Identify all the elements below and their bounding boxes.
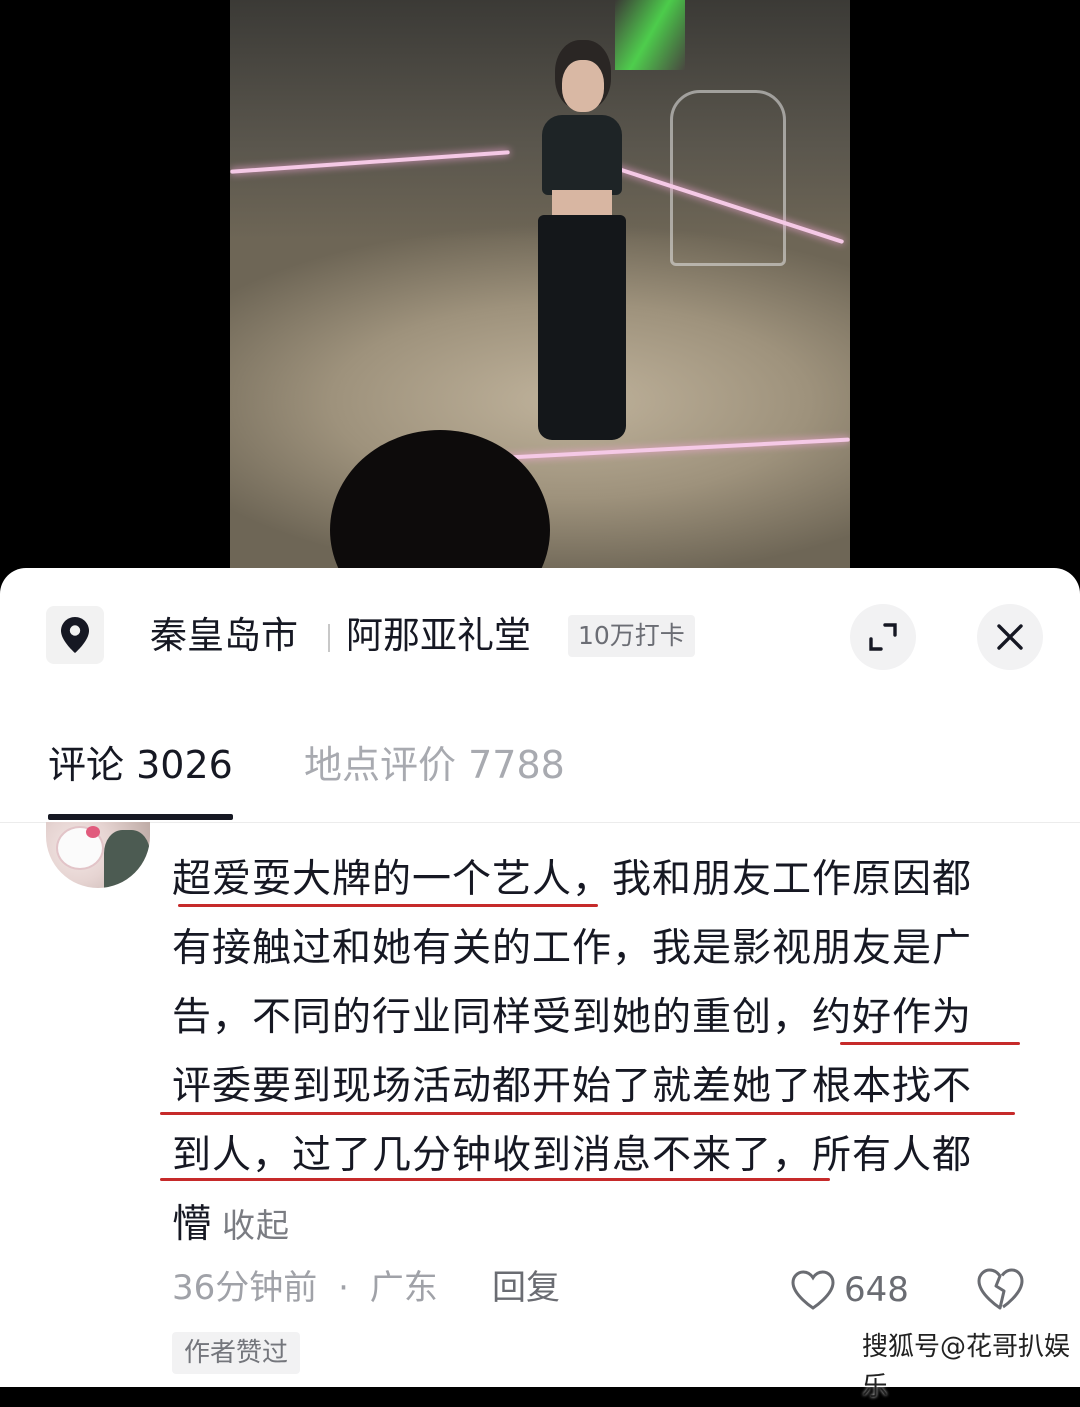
comment-item: 超爱耍大牌的一个艺人，我和朋友工作原因都 有接触过和她有关的工作，我是影视朋友是… [0, 822, 1080, 1387]
annotation-underline [160, 1112, 1015, 1115]
location-pin-icon [46, 606, 104, 664]
close-icon [997, 624, 1023, 650]
comment-line: 有接触过和她有关的工作，我是影视朋友是广 [172, 926, 973, 971]
comment-line: 评委要到现场活动都开始了就差她了根本找不 [172, 1064, 973, 1109]
comment-text: 超爱耍大牌的一个艺人，我和朋友工作原因都 有接触过和她有关的工作，我是影视朋友是… [172, 845, 1032, 1260]
tab-reviews-count: 7788 [468, 743, 565, 787]
performer [520, 40, 630, 440]
heart-icon [791, 1270, 835, 1310]
avatar[interactable] [46, 822, 150, 888]
location-divider [328, 624, 330, 652]
expand-icon [869, 623, 897, 651]
tab-bar: 评论 3026 地点评价 7788 [0, 728, 1080, 823]
tab-comments-label: 评论 [48, 743, 125, 787]
location-city: 秦皇岛市 [150, 614, 298, 657]
tab-comments-count: 3026 [136, 743, 233, 787]
stage-chair [670, 90, 786, 266]
collapse-link[interactable]: 收起 [222, 1206, 290, 1245]
tab-place-reviews[interactable]: 地点评价 7788 [304, 738, 565, 792]
broken-heart-icon [977, 1268, 1024, 1310]
comment-line: 懵收起 [172, 1190, 1032, 1260]
like-count: 648 [844, 1270, 909, 1310]
location-bar[interactable]: 秦皇岛市 阿那亚礼堂 10万打卡 [0, 568, 1080, 703]
comments-sheet: 秦皇岛市 阿那亚礼堂 10万打卡 评论 3026 地点评价 7788 超爱耍大牌… [0, 568, 1080, 1387]
author-liked-badge: 作者赞过 [172, 1332, 301, 1374]
checkin-badge: 10万打卡 [568, 615, 695, 657]
dislike-button[interactable] [975, 1266, 1025, 1316]
comment-line-text: 懵 [172, 1202, 213, 1247]
annotation-underline [840, 1042, 1020, 1045]
tab-reviews-label: 地点评价 [304, 743, 457, 787]
comment-meta: 36分钟前 · 广东 [172, 1260, 438, 1316]
annotation-underline [178, 904, 598, 907]
expand-button[interactable] [850, 604, 916, 670]
meta-separator: · [338, 1268, 349, 1308]
active-tab-indicator [48, 814, 233, 820]
video-player[interactable] [0, 0, 1080, 590]
comment-time: 36分钟前 [172, 1268, 318, 1308]
annotation-underline [160, 1178, 830, 1181]
watermark: 搜狐号@花哥扒娱乐 [862, 1332, 1071, 1402]
comment-region: 广东 [369, 1268, 438, 1308]
location-venue: 阿那亚礼堂 [346, 614, 531, 657]
close-button[interactable] [977, 604, 1043, 670]
reply-button[interactable]: 回复 [492, 1260, 560, 1316]
tab-comments[interactable]: 评论 3026 [48, 738, 233, 792]
like-button[interactable]: 648 [790, 1262, 909, 1318]
